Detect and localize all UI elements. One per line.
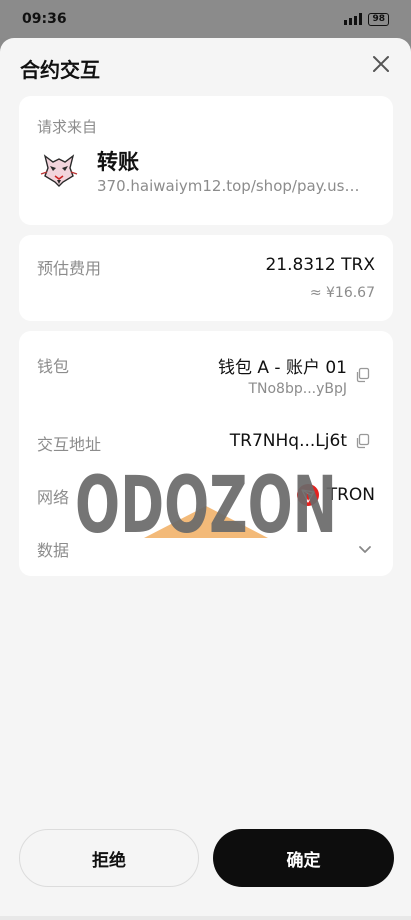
home-indicator — [0, 916, 411, 920]
status-bar: 09:36 98 — [0, 0, 411, 38]
reject-button-label: 拒绝 — [92, 850, 126, 871]
network-label: 网络 — [37, 488, 70, 507]
wallet-address: TNo8bp...yBpJ — [248, 381, 347, 397]
network-value: TRON — [296, 484, 375, 506]
wallet-value: 钱包 A - 账户 01 — [217, 358, 347, 378]
battery-icon: 98 — [368, 12, 389, 26]
request-title: 转账 — [97, 150, 139, 174]
estimated-fee-label: 预估费用 — [37, 259, 102, 278]
estimated-fee-fiat: ≈ ¥16.67 — [309, 285, 375, 301]
interact-address-label: 交互地址 — [37, 435, 102, 454]
data-label[interactable]: 数据 — [37, 537, 69, 561]
tron-logo-icon — [296, 484, 319, 506]
status-time: 09:36 — [22, 11, 67, 27]
reject-button[interactable]: 拒绝 — [19, 829, 199, 887]
confirm-button-label: 确定 — [286, 850, 321, 871]
request-source-card: 请求来自 转账 370.haiwaiym12.top/shop/pay.us… — [19, 96, 393, 225]
interact-address-value: TR7NHq...Lj6t — [229, 431, 347, 451]
network-name: TRON — [326, 485, 375, 505]
signal-icon — [344, 13, 363, 25]
copy-icon[interactable] — [355, 433, 371, 449]
close-icon[interactable] — [369, 52, 393, 76]
chevron-down-icon[interactable] — [357, 541, 373, 557]
contract-interaction-sheet: 合约交互 请求来自 转账 370.haiwaiym12.top/shop/pay… — [0, 38, 411, 920]
request-source-label: 请求来自 — [37, 118, 98, 136]
dapp-avatar-icon — [38, 147, 80, 189]
copy-icon[interactable] — [355, 367, 371, 383]
request-url: 370.haiwaiym12.top/shop/pay.us… — [97, 177, 360, 195]
status-indicators: 98 — [344, 12, 389, 26]
sheet-title: 合约交互 — [20, 58, 100, 82]
estimated-fee-value: 21.8312 TRX — [265, 255, 375, 275]
battery-level: 98 — [372, 14, 385, 24]
estimated-fee-card: 预估费用 21.8312 TRX ≈ ¥16.67 — [19, 235, 393, 321]
confirm-button[interactable]: 确定 — [213, 829, 394, 887]
transaction-detail-card: 钱包 钱包 A - 账户 01 TNo8bp...yBpJ 交互地址 TR7NH… — [19, 331, 393, 576]
wallet-label: 钱包 — [37, 357, 70, 376]
